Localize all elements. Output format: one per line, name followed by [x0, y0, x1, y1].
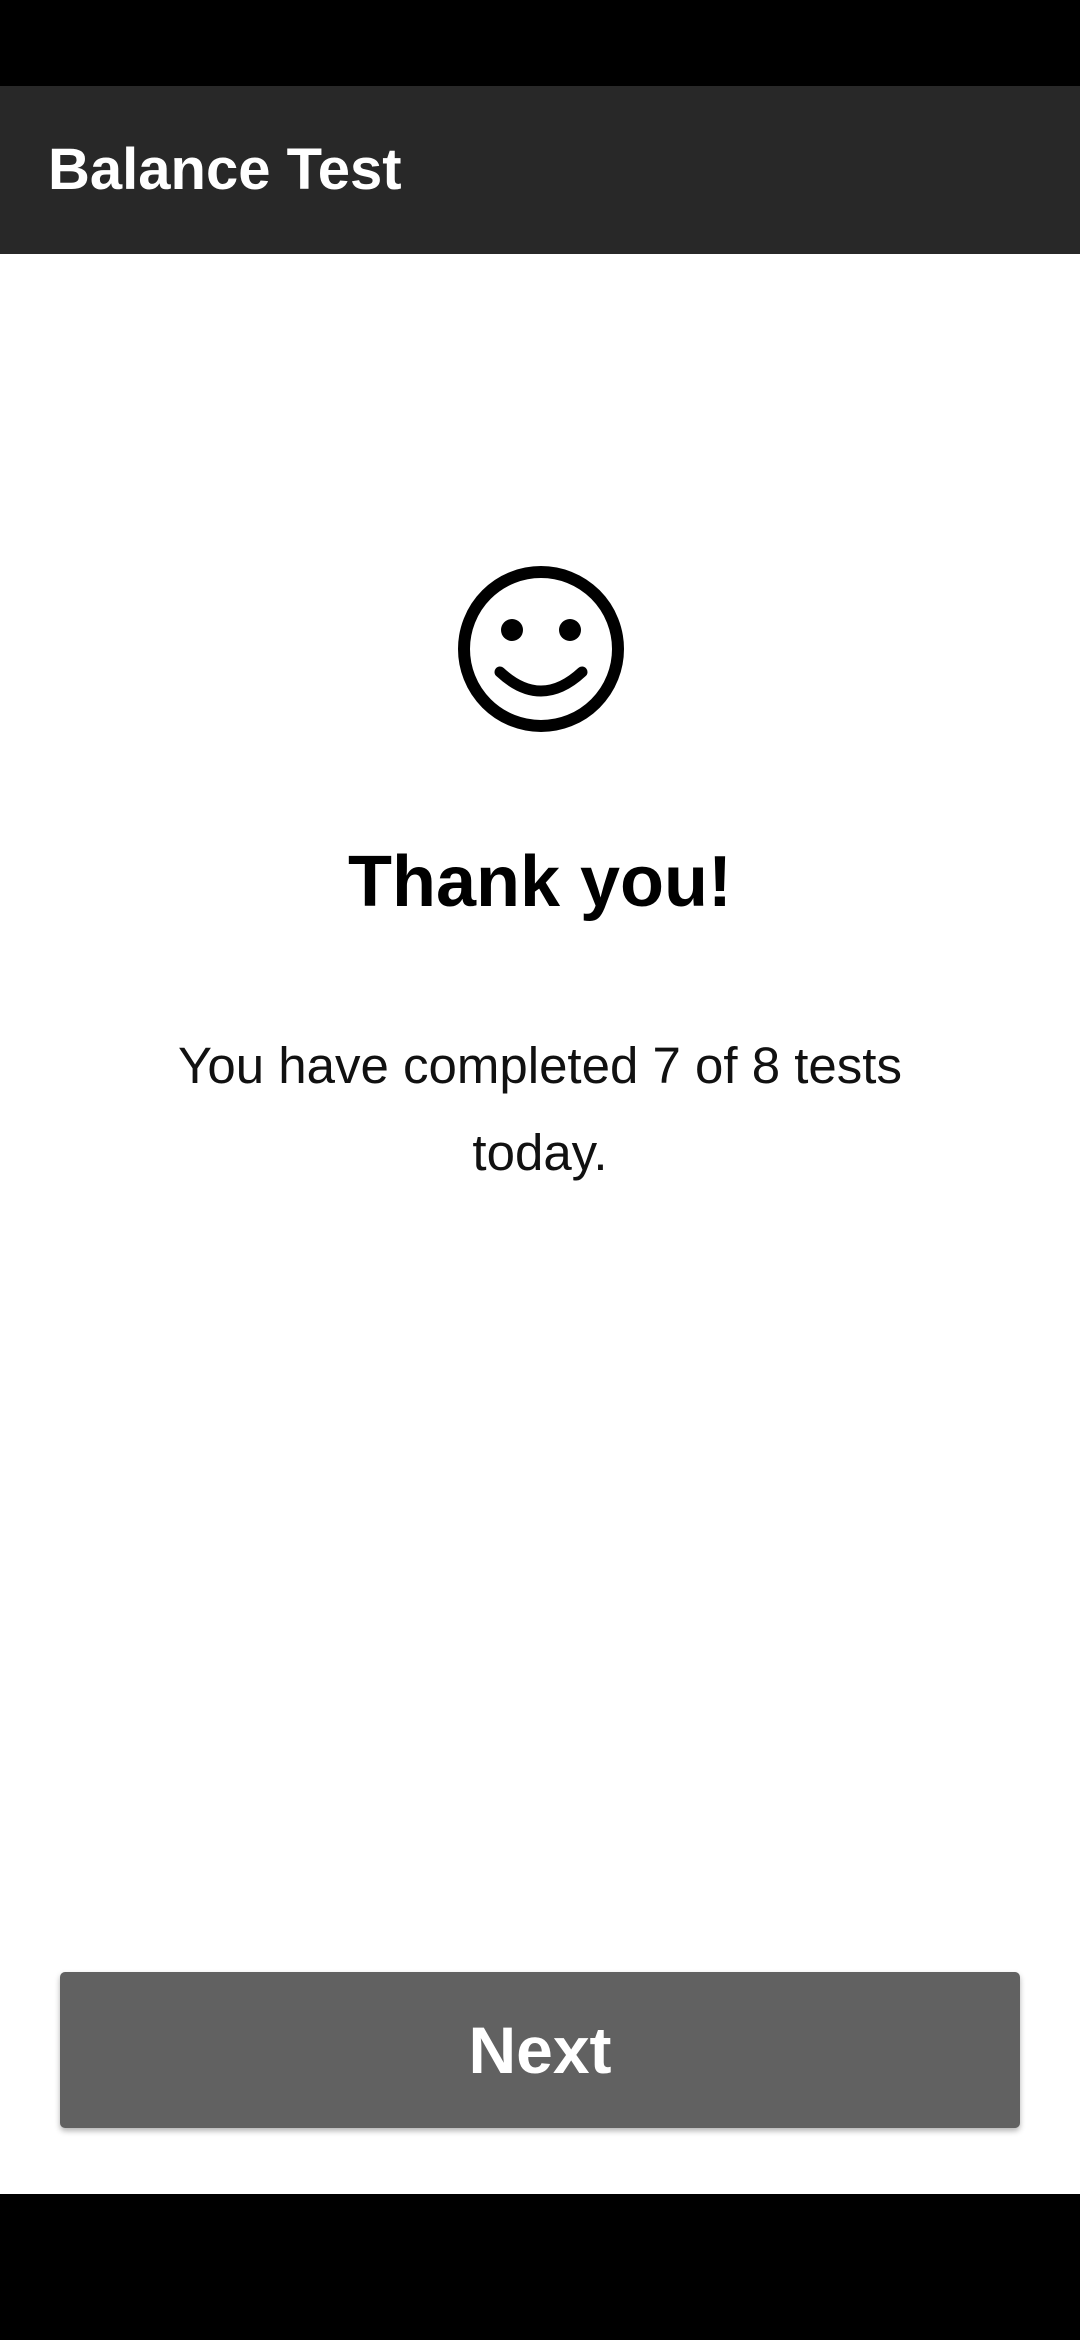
completion-screen: [0, 254, 1080, 2194]
app-title: Balance Test: [48, 137, 402, 202]
navigation-bar: [0, 2194, 1080, 2340]
completion-message: You have completed 7 of 8 tests today.: [178, 1037, 902, 1181]
smiley-face-icon: [458, 566, 624, 732]
status-bar: [0, 0, 1080, 86]
next-button[interactable]: Next: [60, 1972, 1020, 2128]
thank-you-heading: Thank you!: [347, 842, 732, 922]
app-bar: Balance Test: [0, 86, 1080, 254]
